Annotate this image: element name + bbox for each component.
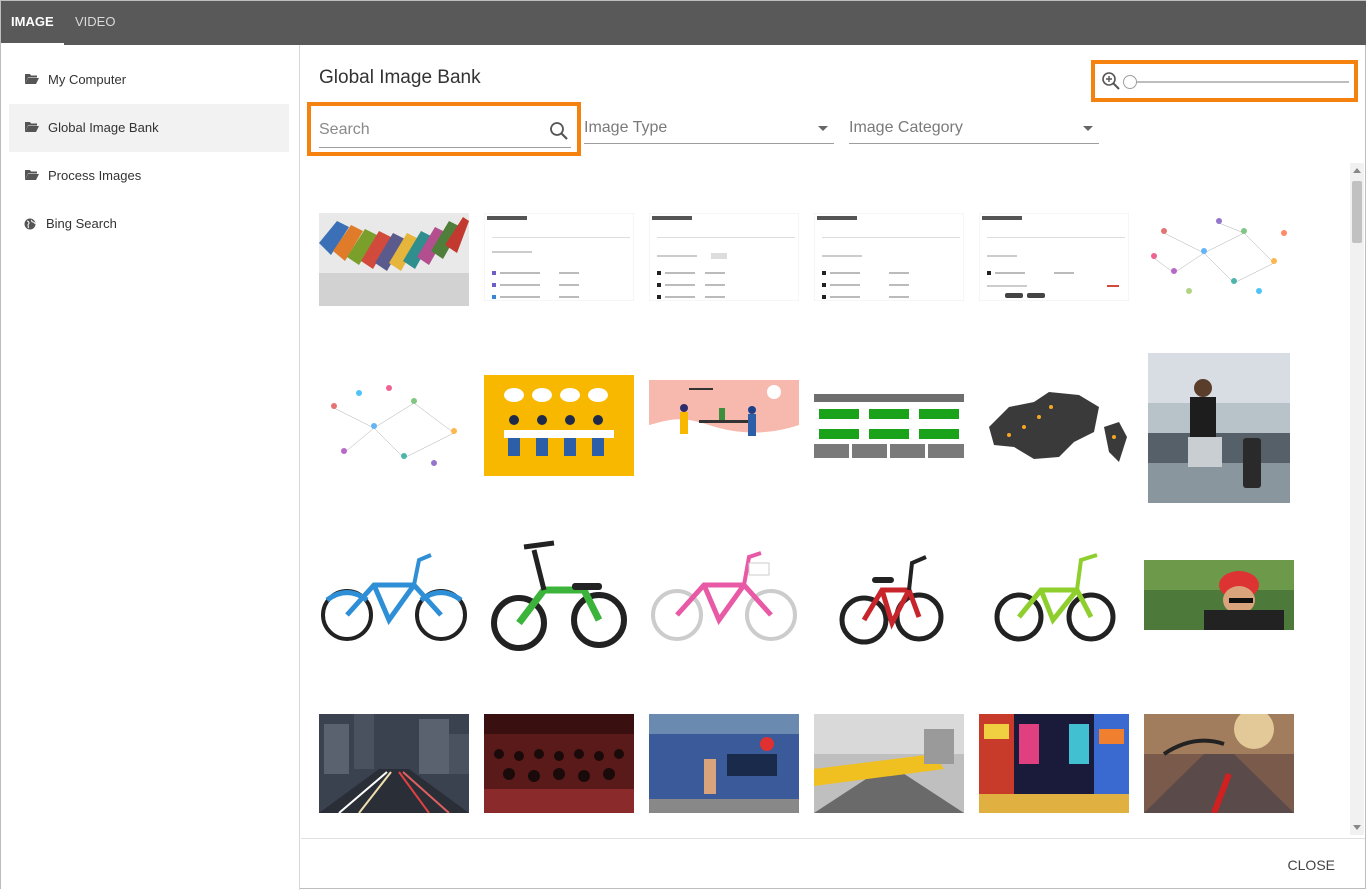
thumbnail-businesswoman-airport[interactable] <box>1148 353 1290 503</box>
image-category-placeholder: Image Category <box>849 119 963 136</box>
media-picker-dialog: IMAGE VIDEO My Computer Global Image Ban… <box>0 0 1366 890</box>
thumbnail-site-directory-screenshot-3[interactable] <box>814 213 964 301</box>
search-field <box>319 116 571 148</box>
folder-open-icon <box>25 122 39 132</box>
folder-open-icon <box>25 74 39 84</box>
thumbnail-red-bicycle[interactable] <box>814 545 964 645</box>
thumbnail-meeting-illustration[interactable] <box>484 375 634 476</box>
tab-video[interactable]: VIDEO <box>65 1 125 45</box>
zoom-in-icon[interactable] <box>1101 71 1121 91</box>
sidebar-item-label: My Computer <box>48 72 127 87</box>
chevron-down-icon <box>818 126 828 131</box>
globe-icon <box>24 218 36 230</box>
close-button[interactable]: CLOSE <box>1288 857 1335 873</box>
tab-image[interactable]: IMAGE <box>1 1 64 45</box>
scroll-up-arrow-icon[interactable] <box>1353 168 1361 173</box>
folder-open-icon <box>25 170 39 180</box>
thumbnail-green-balance-bike[interactable] <box>484 535 634 653</box>
sidebar-item-my-computer[interactable]: My Computer <box>9 56 289 104</box>
thumbnail-process-diagram[interactable] <box>814 394 964 458</box>
thumbnail-people-network-1[interactable] <box>1144 213 1294 301</box>
sidebar-item-global-image-bank[interactable]: Global Image Bank <box>9 104 289 152</box>
dialog-footer: CLOSE <box>301 838 1365 888</box>
sidebar-item-label: Global Image Bank <box>48 120 159 135</box>
sidebar-item-label: Process Images <box>48 168 142 183</box>
thumbnail-bicycle-sunset[interactable] <box>1144 714 1294 813</box>
thumbnail-site-directory-screenshot-4[interactable] <box>979 213 1129 301</box>
thumbnail-pink-bicycle[interactable] <box>649 545 799 645</box>
image-type-select[interactable]: Image Type <box>584 112 834 144</box>
search-input[interactable] <box>319 116 539 144</box>
thumbnail-city-night-traffic[interactable] <box>319 714 469 813</box>
page-title: Global Image Bank <box>319 67 481 88</box>
thumbnail-lime-bicycle[interactable] <box>979 545 1129 645</box>
thumbnail-europe-map[interactable] <box>979 387 1129 464</box>
sidebar-item-label: Bing Search <box>46 216 117 231</box>
thumbnail-yellow-tram[interactable] <box>814 714 964 813</box>
zoom-control-highlight <box>1091 60 1358 102</box>
thumbnail-theater-audience[interactable] <box>484 714 634 813</box>
sidebar-item-process-images[interactable]: Process Images <box>9 152 289 200</box>
thumbnail-berlin-wall[interactable] <box>649 714 799 813</box>
thumbnail-office-illustration[interactable] <box>649 380 799 460</box>
search-highlight <box>307 102 581 156</box>
thumbnail-times-square[interactable] <box>979 714 1129 813</box>
sidebar-item-bing-search[interactable]: Bing Search <box>9 200 289 248</box>
thumbnail-cyclist[interactable] <box>1144 560 1294 630</box>
thumbnail-site-directory-screenshot-2[interactable] <box>649 213 799 301</box>
chevron-down-icon <box>1083 126 1093 131</box>
image-category-select[interactable]: Image Category <box>849 112 1099 144</box>
zoom-slider-track[interactable] <box>1129 81 1349 83</box>
scroll-down-arrow-icon[interactable] <box>1353 825 1361 830</box>
scroll-thumb[interactable] <box>1352 181 1362 243</box>
search-icon[interactable] <box>549 121 569 141</box>
image-type-placeholder: Image Type <box>584 119 668 136</box>
thumbnail-blue-bicycle[interactable] <box>319 545 469 645</box>
thumbnail-people-network-2[interactable] <box>319 378 469 473</box>
grid-scrollbar[interactable] <box>1350 163 1364 835</box>
zoom-slider-thumb[interactable] <box>1123 75 1137 89</box>
source-sidebar: My Computer Global Image Bank Process Im… <box>1 45 300 890</box>
thumbnail-site-directory-screenshot-1[interactable] <box>484 213 634 301</box>
image-grid <box>301 163 1349 835</box>
media-tab-bar: IMAGE VIDEO <box>1 1 1366 45</box>
thumbnail-colored-books[interactable] <box>319 213 469 306</box>
